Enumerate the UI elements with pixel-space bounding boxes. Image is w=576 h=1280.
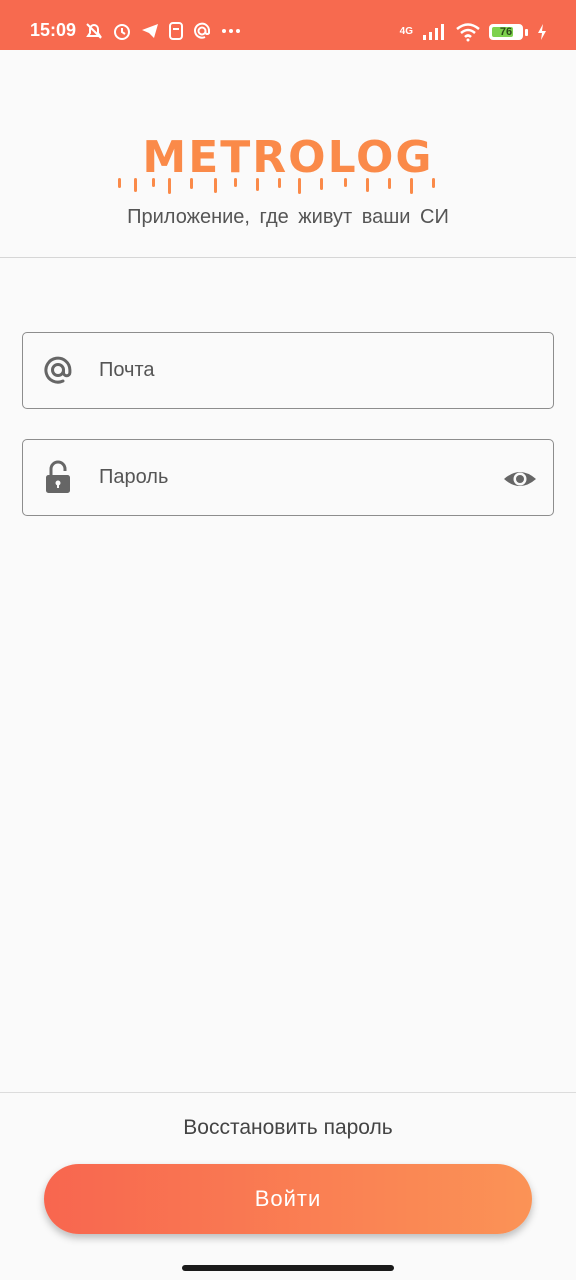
battery-percent: 76 (499, 26, 513, 38)
telegram-icon (142, 24, 158, 38)
signal-icon (423, 24, 444, 40)
app-header: METROLOG Приложение, где живут ваши СИ (0, 50, 576, 258)
charging-icon (538, 24, 546, 40)
password-input[interactable] (99, 440, 479, 515)
wifi-icon (456, 23, 480, 42)
notification-icons (84, 20, 242, 42)
app-logo: METROLOG (142, 132, 434, 183)
password-field[interactable] (22, 439, 554, 516)
sim-icon (169, 22, 183, 40)
more-icon (222, 29, 240, 33)
home-indicator[interactable] (182, 1265, 394, 1271)
status-bar: 15:09 4G 76 (0, 0, 576, 50)
login-button[interactable]: Войти (44, 1164, 532, 1234)
eye-icon[interactable] (503, 462, 537, 496)
at-icon (194, 22, 211, 39)
battery-tip (525, 28, 528, 36)
email-field[interactable] (22, 332, 554, 409)
battery-indicator: 76 (489, 24, 523, 40)
email-input[interactable] (99, 333, 479, 408)
at-icon (44, 356, 72, 384)
network-type: 4G (399, 26, 413, 37)
bottom-divider (0, 1092, 576, 1093)
system-icons: 4G 76 (400, 20, 548, 44)
alarm-icon (114, 24, 130, 40)
lock-open-icon (46, 460, 70, 493)
bell-off-icon (86, 23, 102, 39)
status-time: 15:09 (30, 20, 77, 40)
recover-password-link[interactable]: Восстановить пароль (0, 1116, 576, 1140)
logo-drips-decoration (118, 178, 435, 194)
app-tagline: Приложение, где живут ваши СИ (127, 206, 449, 228)
